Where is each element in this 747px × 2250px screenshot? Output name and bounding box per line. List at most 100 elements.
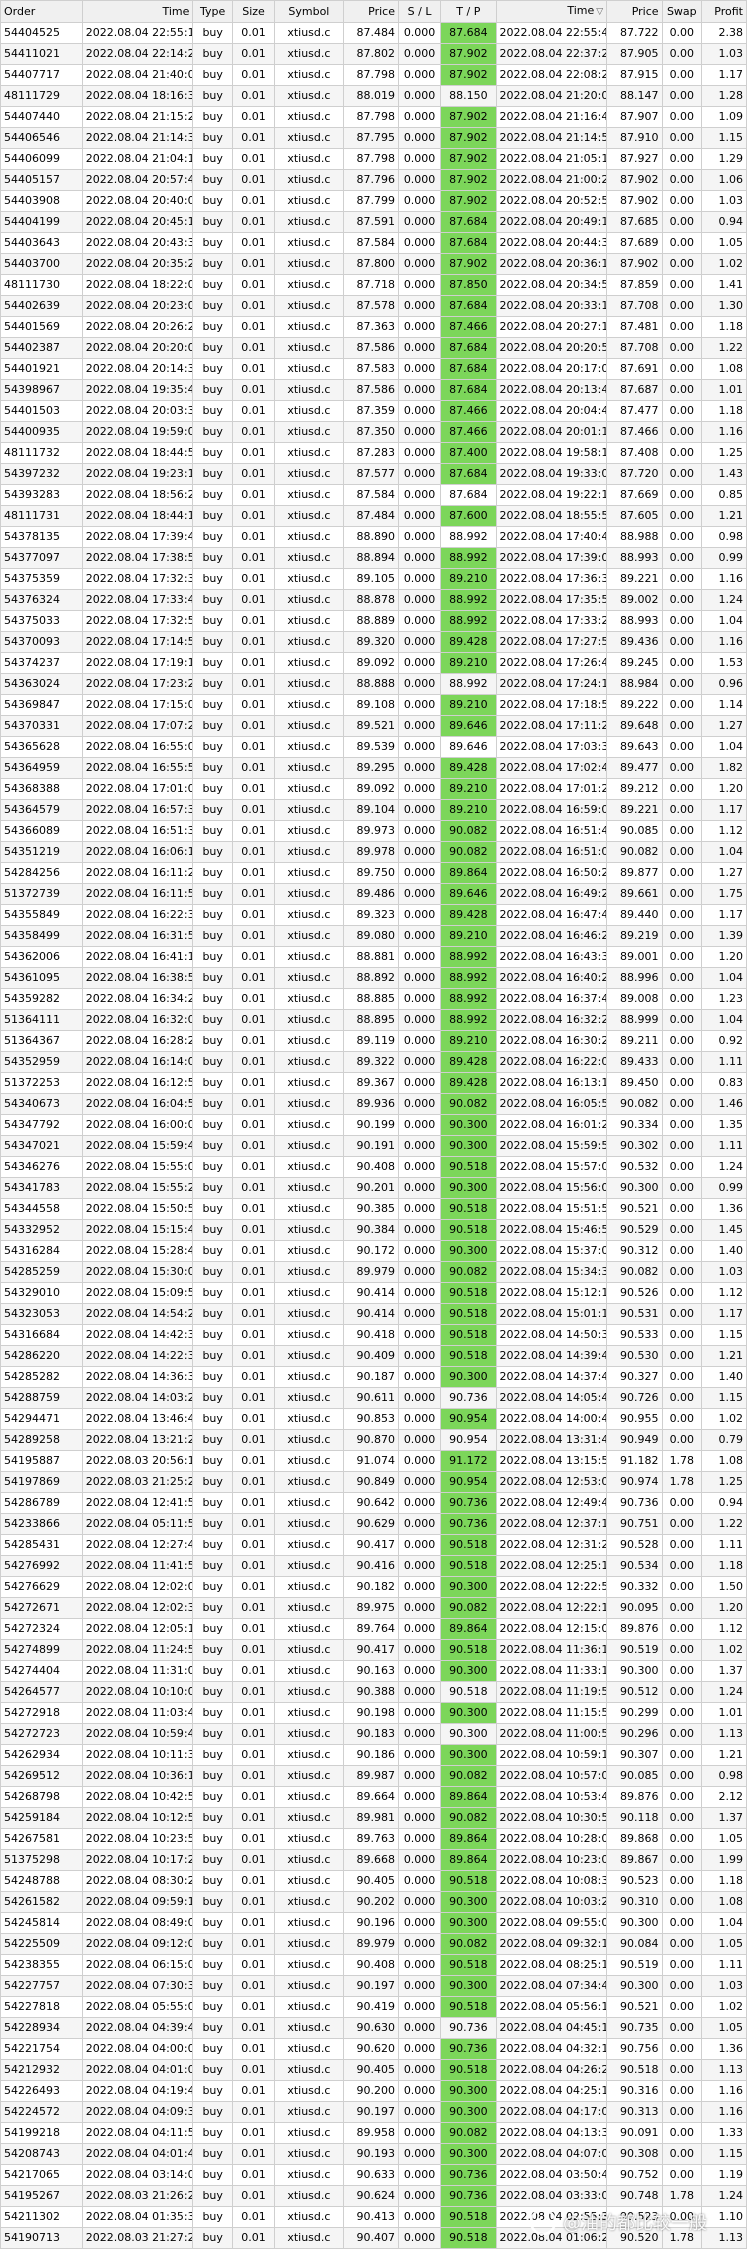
table-row[interactable]: 54347792 2022.08.04 16:00:02 buy 0.01 xtiusd…	[0, 1114, 747, 1136]
column-header-open-time[interactable]: Time	[81, 0, 194, 23]
table-row[interactable]: 54211302 2022.08.04 01:35:34 buy 0.01 xtiusd…	[0, 2206, 747, 2228]
table-row[interactable]: 54288759 2022.08.04 14:03:25 buy 0.01 xtiusd…	[0, 1387, 747, 1409]
table-row[interactable]: 54228934 2022.08.04 04:39:41 buy 0.01 xtiusd…	[0, 2017, 747, 2039]
table-row[interactable]: 54402639 2022.08.04 20:23:05 buy 0.01 xtiusd…	[0, 295, 747, 317]
table-row[interactable]: 54208743 2022.08.04 04:01:44 buy 0.01 xtiusd…	[0, 2143, 747, 2165]
table-row[interactable]: 54195887 2022.08.03 20:56:16 buy 0.01 xtiusd…	[0, 1450, 747, 1472]
table-row[interactable]: 54259184 2022.08.04 10:12:53 buy 0.01 xtiusd…	[0, 1807, 747, 1829]
table-row[interactable]: 54329010 2022.08.04 15:09:59 buy 0.01 xtiusd…	[0, 1282, 747, 1304]
table-row[interactable]: 54407440 2022.08.04 21:15:28 buy 0.01 xtiusd…	[0, 106, 747, 128]
table-row[interactable]: 54268798 2022.08.04 10:42:55 buy 0.01 xtiusd…	[0, 1786, 747, 1808]
table-row[interactable]: 54378135 2022.08.04 17:39:44 buy 0.01 xtiusd…	[0, 526, 747, 548]
table-row[interactable]: 48111729 2022.08.04 18:16:34 buy 0.01 xtiusd…	[0, 85, 747, 107]
table-row[interactable]: 48111732 2022.08.04 18:44:52 buy 0.01 xtiusd…	[0, 442, 747, 464]
table-row[interactable]: 54276992 2022.08.04 11:41:57 buy 0.01 xtiusd…	[0, 1555, 747, 1577]
table-row[interactable]: 54401921 2022.08.04 20:14:39 buy 0.01 xtiusd…	[0, 358, 747, 380]
table-row[interactable]: 54226493 2022.08.04 04:19:48 buy 0.01 xtiusd…	[0, 2080, 747, 2102]
table-row[interactable]: 54363024 2022.08.04 17:23:26 buy 0.01 xtiusd…	[0, 673, 747, 695]
table-row[interactable]: 54261582 2022.08.04 09:59:11 buy 0.01 xtiusd…	[0, 1891, 747, 1913]
table-row[interactable]: 54323053 2022.08.04 14:54:27 buy 0.01 xtiusd…	[0, 1303, 747, 1325]
table-row[interactable]: 54375359 2022.08.04 17:32:31 buy 0.01 xtiusd…	[0, 568, 747, 590]
table-row[interactable]: 54362006 2022.08.04 16:41:15 buy 0.01 xtiusd…	[0, 946, 747, 968]
table-row[interactable]: 54369847 2022.08.04 17:15:06 buy 0.01 xtiusd…	[0, 694, 747, 716]
table-row[interactable]: 54190713 2022.08.03 21:27:22 buy 0.01 xtiusd…	[0, 2227, 747, 2249]
table-row[interactable]: 54402387 2022.08.04 20:20:07 buy 0.01 xtiusd…	[0, 337, 747, 359]
column-header-open-price[interactable]: Price	[342, 0, 399, 23]
table-row[interactable]: 51372253 2022.08.04 16:12:54 buy 0.01 xtiusd…	[0, 1072, 747, 1094]
table-row[interactable]: 54199218 2022.08.04 04:11:57 buy 0.01 xtiusd…	[0, 2122, 747, 2144]
table-row[interactable]: 54364579 2022.08.04 16:57:38 buy 0.01 xtiusd…	[0, 799, 747, 821]
table-row[interactable]: 54245814 2022.08.04 08:49:00 buy 0.01 xtiusd…	[0, 1912, 747, 1934]
table-row[interactable]: 54370093 2022.08.04 17:14:52 buy 0.01 xtiusd…	[0, 631, 747, 653]
column-header-profit[interactable]: Profit	[701, 0, 747, 23]
table-row[interactable]: 54262934 2022.08.04 10:11:38 buy 0.01 xtiusd…	[0, 1744, 747, 1766]
table-row[interactable]: 54272918 2022.08.04 11:03:44 buy 0.01 xtiusd…	[0, 1702, 747, 1724]
table-row[interactable]: 54340673 2022.08.04 16:04:59 buy 0.01 xtiusd…	[0, 1093, 747, 1115]
column-header-take-profit[interactable]: T / P	[440, 0, 497, 23]
table-row[interactable]: 54405157 2022.08.04 20:57:46 buy 0.01 xtiusd…	[0, 169, 747, 191]
table-row[interactable]: 54406546 2022.08.04 21:14:33 buy 0.01 xtiusd…	[0, 127, 747, 149]
table-row[interactable]: 54267581 2022.08.04 10:23:55 buy 0.01 xtiusd…	[0, 1828, 747, 1850]
table-row[interactable]: 54352959 2022.08.04 16:14:09 buy 0.01 xtiusd…	[0, 1051, 747, 1073]
table-row[interactable]: 54346276 2022.08.04 15:55:06 buy 0.01 xtiusd…	[0, 1156, 747, 1178]
table-row[interactable]: 48111730 2022.08.04 18:22:06 buy 0.01 xtiusd…	[0, 274, 747, 296]
table-row[interactable]: 54197869 2022.08.03 21:25:25 buy 0.01 xtiusd…	[0, 1471, 747, 1493]
table-row[interactable]: 54269512 2022.08.04 10:36:18 buy 0.01 xtiusd…	[0, 1765, 747, 1787]
column-header-symbol[interactable]: Symbol	[274, 0, 344, 23]
table-row[interactable]: 54406099 2022.08.04 21:04:18 buy 0.01 xtiusd…	[0, 148, 747, 170]
table-row[interactable]: 54248788 2022.08.04 08:30:27 buy 0.01 xtiusd…	[0, 1870, 747, 1892]
table-row[interactable]: 54238355 2022.08.04 06:15:07 buy 0.01 xtiusd…	[0, 1954, 747, 1976]
table-row[interactable]: 54272671 2022.08.04 12:02:31 buy 0.01 xtiusd…	[0, 1597, 747, 1619]
table-row[interactable]: 54272723 2022.08.04 10:59:49 buy 0.01 xtiusd…	[0, 1723, 747, 1745]
table-row[interactable]: 54403700 2022.08.04 20:35:21 buy 0.01 xtiusd…	[0, 253, 747, 275]
column-header-swap[interactable]: Swap	[661, 0, 703, 23]
table-row[interactable]: 54401503 2022.08.04 20:03:38 buy 0.01 xtiusd…	[0, 400, 747, 422]
table-row[interactable]: 54274899 2022.08.04 11:24:52 buy 0.01 xtiusd…	[0, 1639, 747, 1661]
column-header-type[interactable]: Type	[192, 0, 233, 23]
table-row[interactable]: 54286789 2022.08.04 12:41:50 buy 0.01 xtiusd…	[0, 1492, 747, 1514]
table-row[interactable]: 54347021 2022.08.04 15:59:40 buy 0.01 xtiusd…	[0, 1135, 747, 1157]
table-row[interactable]: 54404199 2022.08.04 20:45:19 buy 0.01 xtiusd…	[0, 211, 747, 233]
table-row[interactable]: 54374237 2022.08.04 17:19:12 buy 0.01 xtiusd…	[0, 652, 747, 674]
table-row[interactable]: 54332952 2022.08.04 15:15:40 buy 0.01 xtiusd…	[0, 1219, 747, 1241]
table-row[interactable]: 54289258 2022.08.04 13:21:25 buy 0.01 xtiusd…	[0, 1429, 747, 1451]
table-row[interactable]: 54411021 2022.08.04 22:14:29 buy 0.01 xtiusd…	[0, 43, 747, 65]
table-row[interactable]: 51372739 2022.08.04 16:11:59 buy 0.01 xtiusd…	[0, 883, 747, 905]
table-row[interactable]: 54284256 2022.08.04 16:11:29 buy 0.01 xtiusd…	[0, 862, 747, 884]
table-row[interactable]: 54351219 2022.08.04 16:06:10 buy 0.01 xtiusd…	[0, 841, 747, 863]
table-row[interactable]: 54227757 2022.08.04 07:30:38 buy 0.01 xtiusd…	[0, 1975, 747, 1997]
table-row[interactable]: 54370331 2022.08.04 17:07:25 buy 0.01 xtiusd…	[0, 715, 747, 737]
table-row[interactable]: 51364111 2022.08.04 16:32:07 buy 0.01 xtiusd…	[0, 1009, 747, 1031]
table-row[interactable]: 54403908 2022.08.04 20:40:01 buy 0.01 xtiusd…	[0, 190, 747, 212]
table-row[interactable]: 54361095 2022.08.04 16:38:56 buy 0.01 xtiusd…	[0, 967, 747, 989]
table-row[interactable]: 54285431 2022.08.04 12:27:40 buy 0.01 xtiusd…	[0, 1534, 747, 1556]
table-row[interactable]: 54366089 2022.08.04 16:51:37 buy 0.01 xtiusd…	[0, 820, 747, 842]
table-row[interactable]: 54344558 2022.08.04 15:50:54 buy 0.01 xtiusd…	[0, 1198, 747, 1220]
table-row[interactable]: 54397232 2022.08.04 19:23:13 buy 0.01 xtiusd…	[0, 463, 747, 485]
table-row[interactable]: 54233866 2022.08.04 05:11:59 buy 0.01 xtiusd…	[0, 1513, 747, 1535]
table-row[interactable]: 54359282 2022.08.04 16:34:26 buy 0.01 xtiusd…	[0, 988, 747, 1010]
table-row[interactable]: 54286220 2022.08.04 14:22:35 buy 0.01 xtiusd…	[0, 1345, 747, 1367]
table-row[interactable]: 54368388 2022.08.04 17:01:01 buy 0.01 xtiusd…	[0, 778, 747, 800]
table-row[interactable]: 54294471 2022.08.04 13:46:46 buy 0.01 xtiusd…	[0, 1408, 747, 1430]
table-row[interactable]: 54221754 2022.08.04 04:00:03 buy 0.01 xtiusd…	[0, 2038, 747, 2060]
table-row[interactable]: 54401569 2022.08.04 20:26:26 buy 0.01 xtiusd…	[0, 316, 747, 338]
table-row[interactable]: 54276629 2022.08.04 12:02:05 buy 0.01 xtiusd…	[0, 1576, 747, 1598]
table-row[interactable]: 54407717 2022.08.04 21:40:00 buy 0.01 xtiusd…	[0, 64, 747, 86]
table-row[interactable]: 54375033 2022.08.04 17:32:53 buy 0.01 xtiusd…	[0, 610, 747, 632]
table-row[interactable]: 54403643 2022.08.04 20:43:38 buy 0.01 xtiusd…	[0, 232, 747, 254]
table-row[interactable]: 54364959 2022.08.04 16:55:58 buy 0.01 xtiusd…	[0, 757, 747, 779]
column-header-stop-loss[interactable]: S / L	[397, 0, 442, 23]
table-row[interactable]: 54285259 2022.08.04 15:30:00 buy 0.01 xtiusd…	[0, 1261, 747, 1283]
table-row[interactable]: 54404525 2022.08.04 22:55:16 buy 0.01 xtiusd…	[0, 22, 747, 44]
table-row[interactable]: 54316684 2022.08.04 14:42:35 buy 0.01 xtiusd…	[0, 1324, 747, 1346]
table-row[interactable]: 54274404 2022.08.04 11:31:01 buy 0.01 xtiusd…	[0, 1660, 747, 1682]
table-row[interactable]: 54365628 2022.08.04 16:55:09 buy 0.01 xtiusd…	[0, 736, 747, 758]
column-header-order[interactable]: Order	[0, 0, 83, 23]
table-row[interactable]: 54217065 2022.08.04 03:14:02 buy 0.01 xtiusd…	[0, 2164, 747, 2186]
table-row[interactable]: 54355849 2022.08.04 16:22:34 buy 0.01 xtiusd…	[0, 904, 747, 926]
column-header-close-time[interactable]: Time ▽	[495, 0, 608, 23]
table-row[interactable]: 54264577 2022.08.04 10:10:07 buy 0.01 xtiusd…	[0, 1681, 747, 1703]
table-row[interactable]: 54225509 2022.08.04 09:12:06 buy 0.01 xtiusd…	[0, 1933, 747, 1955]
table-row[interactable]: 54358499 2022.08.04 16:31:56 buy 0.01 xtiusd…	[0, 925, 747, 947]
